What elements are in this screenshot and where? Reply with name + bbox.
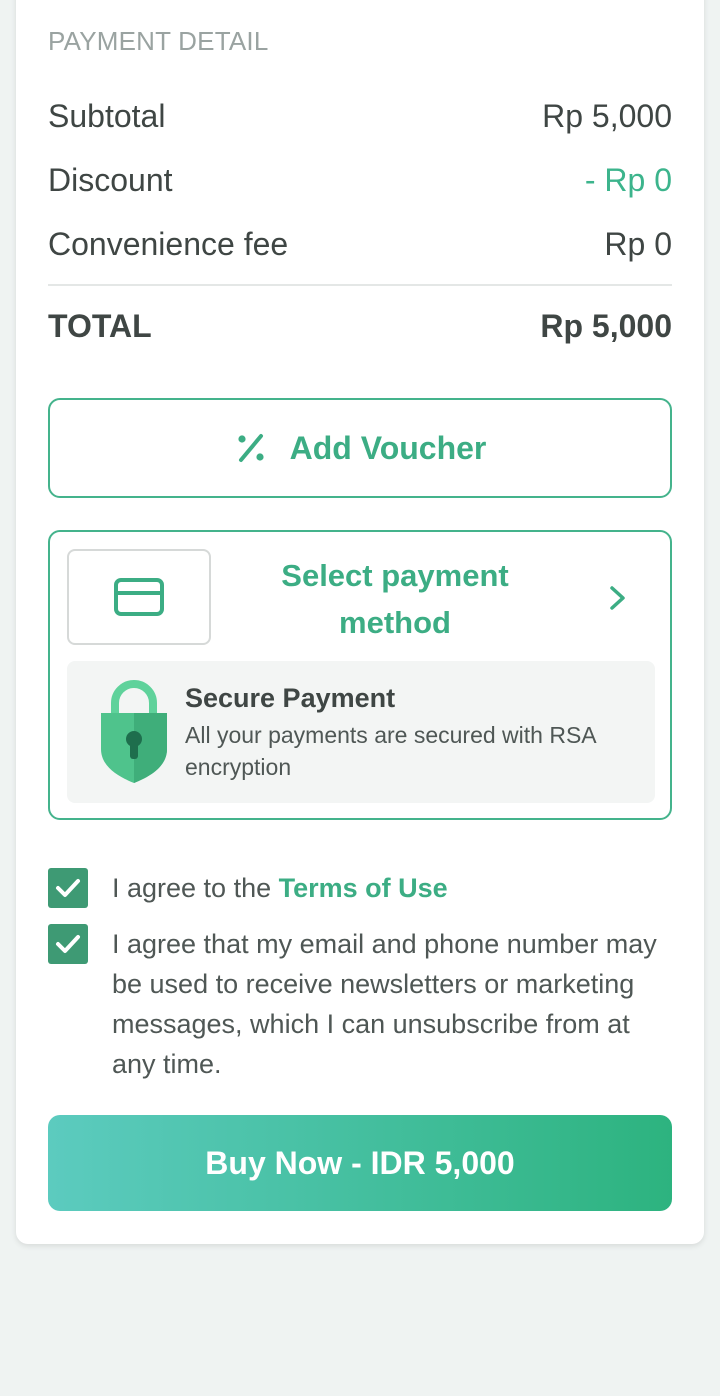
shield-lock-icon: [101, 680, 167, 783]
terms-prefix: I agree to the: [112, 873, 279, 903]
secure-payment-title: Secure Payment: [185, 683, 396, 713]
section-title: PAYMENT DETAIL: [48, 26, 269, 56]
credit-card-icon: [114, 578, 164, 616]
subtotal-row: Subtotal Rp 5,000: [48, 96, 672, 136]
discount-row: Discount - Rp 0: [48, 160, 672, 200]
add-voucher-button[interactable]: Add Voucher: [48, 398, 672, 498]
secure-payment-panel: Secure Payment All your payments are sec…: [67, 661, 655, 803]
checkmark-icon: [56, 935, 80, 953]
terms-checkbox[interactable]: [48, 868, 88, 908]
add-voucher-label: Add Voucher: [289, 429, 487, 466]
marketing-agreement: I agree that my email and phone number m…: [48, 924, 672, 1084]
convenience-fee-value: Rp 0: [604, 225, 672, 262]
checkmark-icon: [56, 879, 80, 897]
marketing-text: I agree that my email and phone number m…: [112, 929, 657, 1079]
divider: [48, 284, 672, 286]
marketing-checkbox[interactable]: [48, 924, 88, 964]
chevron-right-icon[interactable]: [606, 582, 630, 614]
payment-method-label-line2: method: [339, 605, 451, 640]
payment-method-box: Select payment method Secure Payment All…: [48, 530, 672, 820]
select-payment-method-button[interactable]: Select payment method: [240, 552, 550, 646]
convenience-fee-label: Convenience fee: [48, 225, 289, 262]
total-label: TOTAL: [48, 307, 152, 344]
subtotal-value: Rp 5,000: [542, 97, 672, 134]
discount-value: - Rp 0: [584, 161, 672, 198]
terms-text: I agree to the Terms of Use: [112, 868, 672, 908]
convenience-fee-row: Convenience fee Rp 0: [48, 224, 672, 264]
percent-icon: [238, 434, 264, 462]
total-row: TOTAL Rp 5,000: [48, 306, 672, 346]
terms-of-use-link[interactable]: Terms of Use: [279, 873, 448, 903]
subtotal-label: Subtotal: [48, 97, 166, 134]
payment-method-icon-box[interactable]: [67, 549, 211, 645]
terms-agreement: I agree to the Terms of Use: [48, 868, 672, 908]
secure-payment-description: All your payments are secured with RSA e…: [185, 722, 596, 780]
buy-now-button[interactable]: Buy Now - IDR 5,000: [48, 1115, 672, 1211]
total-value: Rp 5,000: [540, 307, 672, 344]
discount-label: Discount: [48, 161, 173, 198]
payment-method-label-line1: Select payment: [281, 558, 509, 593]
